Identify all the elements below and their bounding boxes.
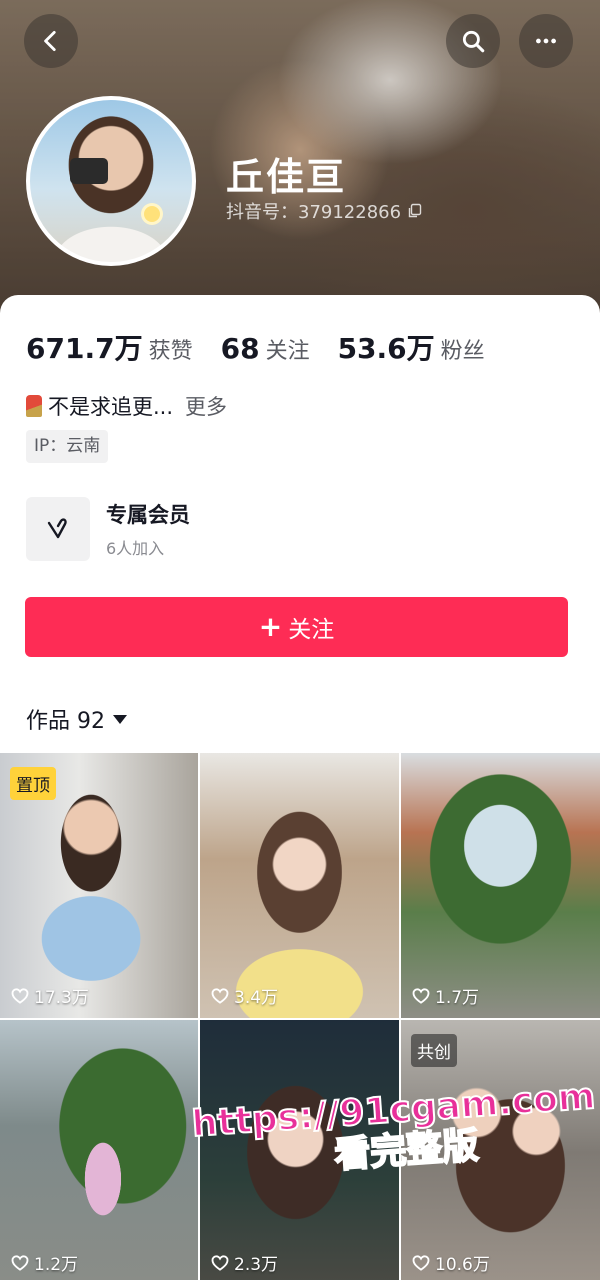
like-count: 3.4万	[210, 983, 278, 1008]
stat-label: 粉丝	[440, 339, 485, 364]
like-count: 17.3万	[10, 983, 89, 1008]
back-button[interactable]	[24, 14, 78, 68]
works-tab[interactable]: 作品 92	[26, 703, 127, 735]
video-tile[interactable]: 1.7万	[401, 753, 600, 1018]
like-count-text: 2.3万	[234, 1255, 279, 1275]
co-create-badge: 共创	[411, 1034, 457, 1067]
plus-icon: +	[258, 610, 283, 643]
flower-graphic	[144, 206, 160, 222]
video-grid: 置顶 17.3万 3.4万 1.7万 1.2万 2.3万 共创 10.6万	[0, 753, 600, 1280]
camera-graphic	[70, 158, 108, 184]
like-count: 10.6万	[411, 1250, 490, 1275]
heart-outline-icon	[412, 987, 430, 1004]
member-subtitle: 6人加入	[106, 539, 165, 558]
member-logo	[26, 497, 90, 561]
like-count: 1.2万	[10, 1250, 78, 1275]
heart-outline-icon	[211, 1254, 229, 1271]
search-icon	[462, 30, 485, 53]
stat-following[interactable]: 68 关注	[221, 332, 310, 365]
douyin-id[interactable]: 抖音号：379122866	[226, 198, 423, 224]
stat-value: 68	[220, 332, 260, 365]
heart-v-icon	[47, 518, 67, 539]
like-count-text: 10.6万	[435, 1255, 490, 1275]
heart-outline-icon	[412, 1254, 430, 1271]
bio: 不是求追更... 更多	[26, 391, 227, 421]
like-count-text: 17.3万	[34, 988, 89, 1008]
more-horizontal-icon	[536, 38, 556, 44]
like-count-text: 1.2万	[34, 1255, 79, 1275]
stats-row: 671.7万 获赞 68 关注 53.6万 粉丝	[26, 327, 513, 367]
heart-outline-icon	[11, 987, 29, 1004]
member-entry[interactable]: 专属会员 6人加入	[26, 497, 190, 561]
stat-value: 671.7万	[26, 332, 143, 365]
stat-value: 53.6万	[337, 332, 435, 365]
heart-outline-icon	[11, 1254, 29, 1271]
bio-text: 不是求追更...	[48, 395, 174, 419]
like-count-text: 1.7万	[435, 988, 480, 1008]
chevron-left-icon	[44, 30, 56, 52]
copy-icon[interactable]	[407, 203, 423, 219]
pinned-badge: 置顶	[10, 767, 56, 800]
like-count: 2.3万	[210, 1250, 278, 1275]
like-count-text: 3.4万	[234, 988, 279, 1008]
caret-down-icon	[113, 714, 127, 724]
search-button[interactable]	[446, 14, 500, 68]
stat-likes[interactable]: 671.7万 获赞	[26, 327, 193, 367]
video-tile[interactable]: 1.2万	[0, 1020, 198, 1280]
works-tab-label: 作品 92	[26, 709, 105, 734]
ip-location-chip: IP：云南	[26, 430, 109, 463]
douyin-id-text: 抖音号：379122866	[226, 202, 402, 223]
avatar[interactable]	[26, 96, 196, 266]
more-button[interactable]	[519, 14, 573, 68]
video-tile[interactable]: 置顶 17.3万	[0, 753, 198, 1018]
video-tile[interactable]: 3.4万	[200, 753, 399, 1018]
heart-outline-icon	[211, 987, 229, 1004]
follow-button[interactable]: + 关注	[25, 597, 568, 657]
stat-label: 关注	[265, 339, 310, 364]
profile-name: 丘佳亘	[226, 155, 347, 199]
member-title: 专属会员	[106, 503, 190, 527]
follow-button-label: 关注	[288, 617, 335, 643]
scarf-emoji-icon	[26, 395, 42, 417]
bio-more-link[interactable]: 更多	[185, 391, 227, 421]
like-count: 1.7万	[411, 983, 479, 1008]
stat-label: 获赞	[148, 339, 193, 364]
stat-followers[interactable]: 53.6万 粉丝	[338, 327, 485, 367]
